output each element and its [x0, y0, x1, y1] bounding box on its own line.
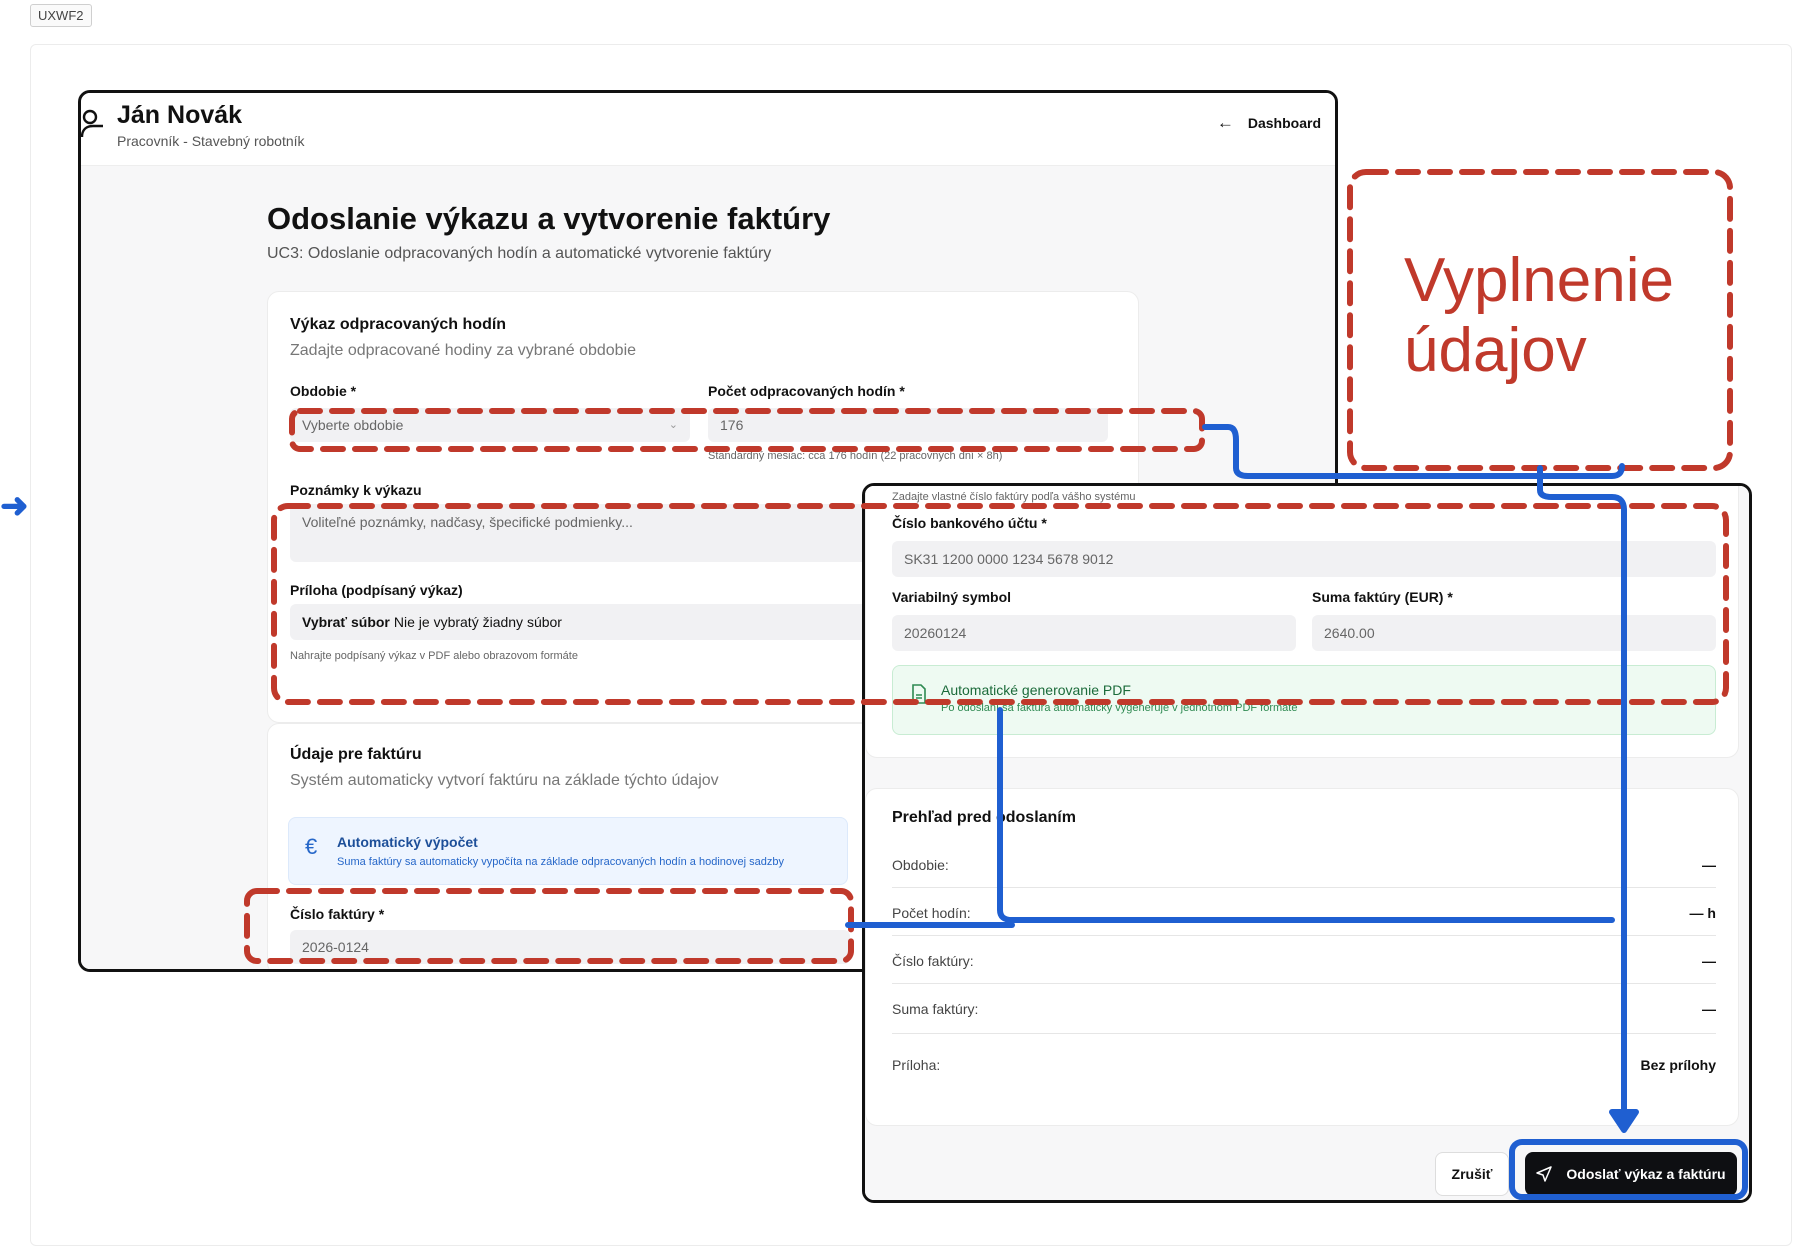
send-icon: [1536, 1166, 1553, 1182]
arrow-left-icon: ←: [1216, 113, 1234, 132]
flow-arrow-icon: ➜: [0, 487, 29, 525]
review-label-invoice-sum: Suma faktúry:: [892, 1001, 979, 1017]
app-header: Ján Novák Pracovník - Stavebný robotník …: [81, 93, 1335, 166]
invoice-sum-value: 2640.00: [1324, 625, 1375, 641]
hours-input-value: 176: [720, 417, 744, 433]
notes-label: Poznámky k výkazu: [290, 482, 422, 498]
bank-account-label: Číslo bankového účtu *: [892, 515, 1047, 531]
notes-placeholder: Voliteľné poznámky, nadčasy, špecifické …: [302, 514, 633, 530]
hours-label: Počet odpracovaných hodín *: [708, 383, 905, 399]
review-value-invoice-sum: —: [1702, 1001, 1716, 1017]
invoice-number-hint: Zadajte vlastné číslo faktúry podľa vášh…: [892, 491, 1136, 503]
period-label: Obdobie *: [290, 383, 357, 399]
period-select[interactable]: Vyberte obdobie ⌄: [290, 408, 690, 442]
divider: [892, 1033, 1716, 1034]
user-icon: [81, 109, 103, 138]
attachment-hint: Nahrajte podpísaný výkaz v PDF alebo obr…: [290, 650, 578, 662]
bank-account-input[interactable]: SK31 1200 0000 1234 5678 9012: [892, 541, 1716, 577]
invoice-details-card: Zadajte vlastné číslo faktúry podľa vášh…: [865, 486, 1739, 758]
euro-icon: €: [305, 834, 318, 859]
review-label-invoice-number: Číslo faktúry:: [892, 953, 974, 969]
attachment-status: Nie je vybratý žiadny súbor: [393, 614, 562, 630]
hours-input[interactable]: 176: [708, 408, 1108, 442]
invoice-card-subtitle: Systém automaticky vytvorí faktúru na zá…: [290, 772, 719, 789]
timesheet-card-subtitle: Zadajte odpracované hodiny za vybrané ob…: [290, 342, 637, 359]
divider: [892, 887, 1716, 888]
submit-button-label: Odoslať výkaz a faktúru: [1566, 1166, 1726, 1182]
cancel-button[interactable]: Zrušiť: [1435, 1152, 1509, 1196]
variable-symbol-label: Variabilný symbol: [892, 589, 1012, 605]
pdf-notice-desc: Po odoslaní sa faktúra automaticky vygen…: [941, 702, 1298, 714]
invoice-card-title: Údaje pre faktúru: [290, 746, 422, 763]
wireframe-badge: UXWF2: [30, 4, 92, 27]
review-value-period: —: [1702, 857, 1716, 873]
document-icon: [912, 684, 926, 704]
variable-symbol-value: 20260124: [904, 625, 967, 641]
attachment-label: Príloha (podpísaný výkaz): [290, 582, 463, 598]
divider: [892, 935, 1716, 936]
invoice-number-input[interactable]: 2026-0124: [290, 930, 850, 964]
pdf-notice-title: Automatické generovanie PDF: [941, 682, 1131, 698]
auto-calc-title: Automatický výpočet: [337, 834, 478, 850]
callout-line-1: Vyplnenie: [1404, 246, 1675, 315]
user-name: Ján Novák: [117, 101, 243, 129]
review-label-period: Obdobie:: [892, 857, 949, 873]
page-subtitle: UC3: Odoslanie odpracovaných hodín a aut…: [267, 245, 772, 262]
bank-account-value: SK31 1200 0000 1234 5678 9012: [904, 551, 1114, 567]
chevron-down-icon: ⌄: [668, 419, 678, 431]
page-title: Odoslanie výkazu a vytvorenie faktúry: [267, 201, 831, 236]
invoice-number-label: Číslo faktúry *: [290, 906, 385, 922]
auto-calc-desc: Suma faktúry sa automaticky vypočíta na …: [337, 856, 784, 868]
review-title: Prehľad pred odoslaním: [892, 809, 1076, 826]
review-label-attachment: Príloha:: [892, 1057, 941, 1073]
screen-invoice-review: Zadajte vlastné číslo faktúry podľa vášh…: [862, 483, 1752, 1203]
invoice-sum-label: Suma faktúry (EUR) *: [1312, 589, 1453, 605]
callout-text: Vyplnenie údajov: [1404, 246, 1674, 386]
timesheet-card-title: Výkaz odpracovaných hodín: [290, 316, 507, 333]
submit-button[interactable]: Odoslať výkaz a faktúru: [1525, 1152, 1737, 1196]
review-value-invoice-number: —: [1702, 953, 1716, 969]
invoice-number-value: 2026-0124: [302, 939, 369, 955]
auto-calc-notice: € Automatický výpočet Suma faktúry sa au…: [288, 817, 848, 885]
review-value-attachment: Bez prílohy: [1640, 1057, 1716, 1073]
dashboard-link-label: Dashboard: [1247, 115, 1321, 131]
review-value-hours: — h: [1689, 905, 1716, 921]
pdf-notice: Automatické generovanie PDF Po odoslaní …: [892, 665, 1716, 735]
choose-file-button[interactable]: Vybrať súbor: [302, 614, 390, 630]
divider: [892, 983, 1716, 984]
user-role: Pracovník - Stavebný robotník: [117, 133, 305, 149]
review-card: Prehľad pred odoslaním Obdobie: — Počet …: [865, 788, 1739, 1126]
dashboard-link[interactable]: ← Dashboard: [1217, 113, 1321, 133]
invoice-sum-input[interactable]: 2640.00: [1312, 615, 1716, 651]
callout-line-2: údajov: [1404, 316, 1587, 385]
variable-symbol-input[interactable]: 20260124: [892, 615, 1296, 651]
period-select-value: Vyberte obdobie: [302, 417, 404, 433]
review-label-hours: Počet hodín:: [892, 905, 971, 921]
hours-hint: Štandardný mesiac: cca 176 hodín (22 pra…: [708, 450, 1003, 462]
